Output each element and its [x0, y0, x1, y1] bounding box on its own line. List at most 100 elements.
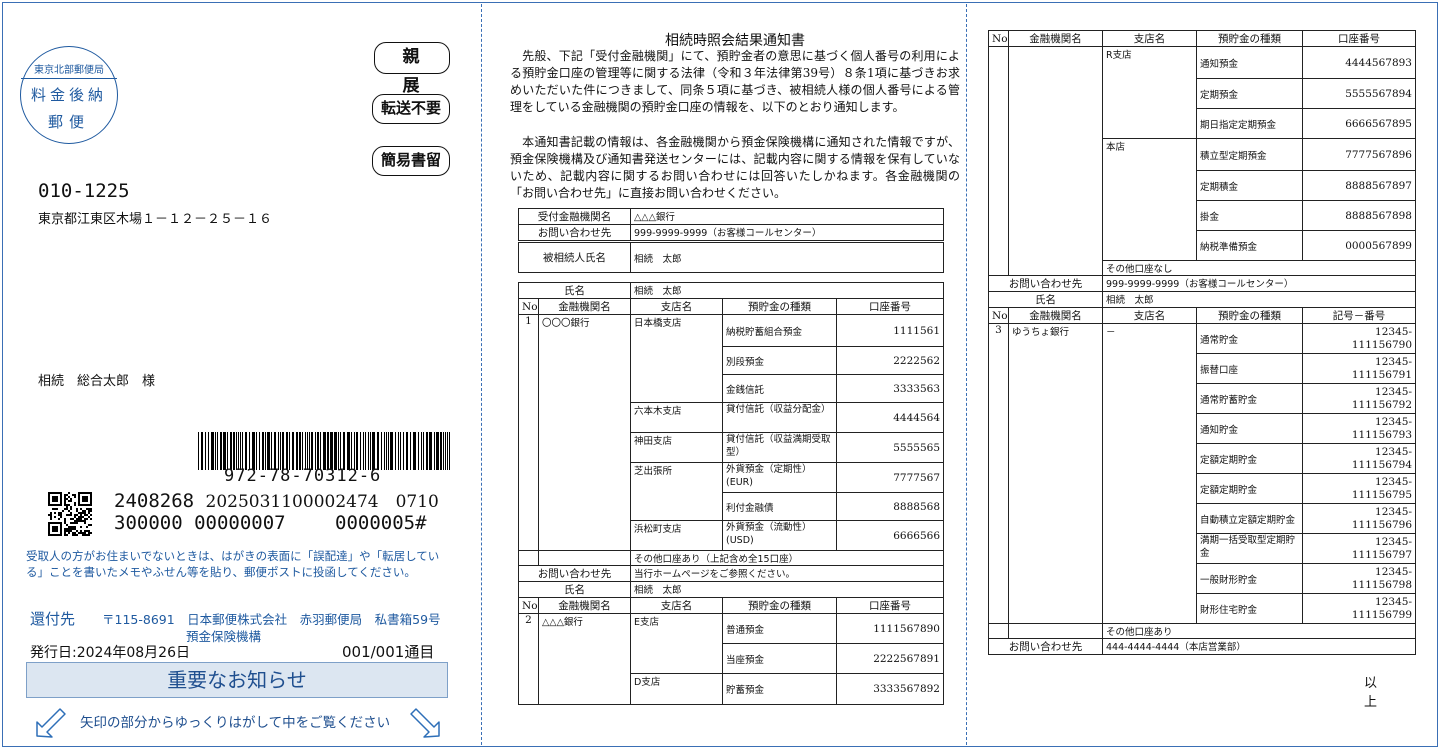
table-cell-type: 普通預金 [722, 613, 837, 644]
qr-module [64, 530, 66, 532]
qr-module [82, 534, 84, 536]
qr-module [70, 500, 72, 502]
header-type: 預貯金の種類 [1196, 307, 1303, 324]
barcode-bar [360, 432, 361, 470]
qr-module [60, 512, 62, 514]
barcode-bar [249, 432, 250, 470]
qr-module [72, 522, 74, 524]
table-cell-type: 定期預金 [1196, 78, 1303, 109]
qr-module [74, 520, 76, 522]
qr-module [66, 528, 68, 530]
qr-module [52, 522, 54, 524]
customer-code-line2b: 0000005# [335, 512, 427, 534]
customer-code-line2a: 300000 00000007 [114, 512, 286, 534]
qr-module [76, 508, 78, 510]
qr-module [56, 522, 58, 524]
qr-module [60, 534, 62, 536]
qr-module [52, 500, 54, 502]
address-panel: 東京北部郵便局 料金後納 郵便 親 展 転送不要 簡易書留 010-1225 東… [0, 0, 480, 749]
barcode-bar [434, 432, 435, 470]
qr-module [72, 528, 74, 530]
qr-module [50, 492, 52, 494]
barcode-bar [372, 432, 375, 470]
qr-module [84, 532, 86, 534]
qr-module [84, 518, 86, 520]
qr-module [54, 492, 56, 494]
header-name: 氏名 [988, 291, 1103, 308]
barcode-bar [354, 432, 355, 470]
qr-module [86, 508, 88, 510]
section2-contact-value: 999-9999-9999（お客様コールセンター） [1102, 275, 1416, 292]
section1-contact-value: 当行ホームページをご参照ください。 [630, 565, 944, 582]
qr-module [60, 530, 62, 532]
section3-other-accounts: その他口座あり [1102, 623, 1416, 639]
qr-module [56, 498, 58, 500]
table-cell-account: 1111561 [836, 314, 944, 347]
barcode-bar [320, 432, 321, 470]
important-notice-banner: 重要なお知らせ [26, 662, 448, 698]
qr-module [78, 500, 80, 502]
qr-module [84, 514, 86, 516]
section3-branch: － [1102, 323, 1197, 624]
stamp-postage-label: 料金後納 [30, 86, 107, 104]
table-cell-account: 7777567 [836, 462, 944, 493]
qr-module [82, 492, 84, 494]
qr-module [60, 500, 62, 502]
table-cell-type: 通知預金 [1196, 46, 1303, 79]
peel-instruction: 矢印の部分からゆっくりはがして中をご覧ください [80, 715, 391, 731]
recv-contact-value: 999-9999-9999（お客様コールセンター） [630, 224, 944, 241]
qr-module [82, 500, 84, 502]
table-cell-branch: D支店 [630, 673, 723, 705]
qr-module [82, 496, 84, 498]
qr-module [86, 500, 88, 502]
table-cell-type: 外貨預金（流動性）(USD) [722, 520, 837, 551]
qr-module [66, 504, 68, 506]
qr-module [70, 528, 72, 530]
peel-arrow-right-icon[interactable] [408, 705, 442, 739]
qr-module [82, 498, 84, 500]
qr-module [80, 504, 82, 506]
peel-arrow-left-icon[interactable] [34, 705, 68, 739]
qr-module [74, 528, 76, 530]
qr-module [70, 522, 72, 524]
barcode-bar [323, 432, 326, 470]
qr-module [48, 502, 50, 504]
barcode-bar [410, 432, 411, 470]
barcode-bar [215, 432, 216, 470]
table-cell-branch: 芝出張所 [630, 462, 723, 493]
qr-module [60, 532, 62, 534]
qr-module [78, 512, 80, 514]
barcode-bar [271, 432, 272, 470]
qr-module [68, 526, 70, 528]
table-cell-account-symbol: 12345- [1375, 535, 1412, 548]
qr-module [88, 516, 90, 518]
header-no: No. [988, 307, 1009, 324]
table-cell-type: 通知貯金 [1196, 413, 1303, 444]
qr-module [58, 492, 60, 494]
barcode-bar [292, 432, 294, 470]
qr-module [88, 512, 90, 514]
qr-module [80, 526, 82, 528]
barcode-number: 972-78-70312-6 [224, 466, 382, 486]
stamp-mail-label: 郵便 [47, 113, 90, 131]
barcode-bar [208, 432, 209, 470]
header-no: No. [988, 30, 1009, 47]
qr-module [64, 504, 66, 506]
qr-module [68, 530, 70, 532]
header-account: 口座番号 [1302, 30, 1416, 47]
table-cell-account-symbol: 12345- [1375, 385, 1412, 398]
qr-module [58, 504, 60, 506]
qr-module [66, 506, 68, 508]
barcode-bar [351, 432, 352, 470]
qr-module [74, 522, 76, 524]
qr-module [90, 502, 92, 504]
barcode-bar [436, 432, 439, 470]
qr-module [80, 492, 82, 494]
qr-module [56, 534, 58, 536]
qr-module [54, 528, 56, 530]
barcode-bar [400, 432, 401, 470]
reception-info-table: 受付金融機関名 △△△銀行 お問い合わせ先 999-9999-9999（お客様コール… [518, 208, 944, 241]
qr-module [50, 534, 52, 536]
qr-module [68, 514, 70, 516]
deceased-label: 被相続人氏名 [518, 242, 631, 273]
